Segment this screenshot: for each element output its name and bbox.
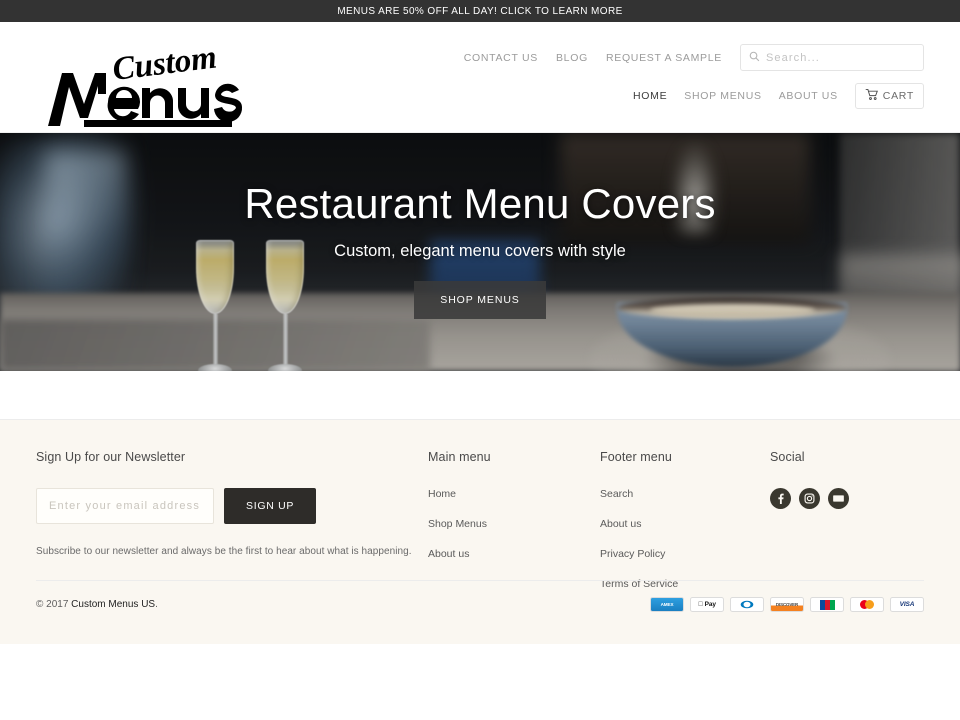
header-right: CONTACT US BLOG REQUEST A SAMPLE HOME SH… [464, 44, 924, 109]
site-header: Custom CONTACT US BLOG REQUEST A SAMPLE … [0, 22, 960, 133]
visa-icon: VISA [890, 597, 924, 612]
payment-methods: AMEX  Pay DISCOVER VISA [650, 597, 924, 612]
facebook-icon[interactable] [770, 488, 791, 509]
hero-content: Restaurant Menu Covers Custom, elegant m… [0, 133, 960, 371]
footer-link-search[interactable]: Search [600, 488, 770, 500]
instagram-icon[interactable] [799, 488, 820, 509]
copyright-prefix: © 2017 [36, 599, 72, 610]
main-menu-heading: Main menu [428, 450, 491, 464]
announcement-text: MENUS ARE 50% OFF ALL DAY! CLICK TO LEAR… [337, 5, 623, 17]
nav-link-shop-menus[interactable]: SHOP MENUS [684, 90, 761, 102]
site-logo[interactable]: Custom [36, 39, 248, 128]
social-icon-list [770, 488, 924, 509]
copyright-suffix: . [155, 599, 158, 610]
email-icon[interactable] [828, 488, 849, 509]
hero-shop-menus-button[interactable]: SHOP MENUS [414, 281, 546, 319]
footer-bottom-bar: © 2017 Custom Menus US. AMEX  Pay DISCO… [36, 580, 924, 612]
cart-icon [865, 88, 878, 104]
jcb-icon [810, 597, 844, 612]
top-link-contact-us[interactable]: CONTACT US [464, 52, 538, 64]
top-link-blog[interactable]: BLOG [556, 52, 588, 64]
footer-link-privacy-policy[interactable]: Privacy Policy [600, 548, 770, 560]
footer-link-about-us-2[interactable]: About us [600, 518, 770, 530]
site-footer: Sign Up for our Newsletter SIGN UP Subsc… [0, 419, 960, 644]
cart-label: CART [882, 90, 914, 102]
hero-subtitle: Custom, elegant menu covers with style [334, 242, 626, 260]
hero-banner: Restaurant Menu Covers Custom, elegant m… [0, 133, 960, 371]
footer-link-shop-menus[interactable]: Shop Menus [428, 518, 600, 530]
discover-icon: DISCOVER [770, 597, 804, 612]
content-spacer [0, 371, 960, 419]
header-top-links: CONTACT US BLOG REQUEST A SAMPLE [464, 44, 924, 71]
amex-icon: AMEX [650, 597, 684, 612]
nav-link-about-us[interactable]: ABOUT US [779, 90, 838, 102]
apple-pay-icon:  Pay [690, 597, 724, 612]
newsletter-email-input[interactable] [36, 488, 214, 524]
nav-link-home[interactable]: HOME [633, 90, 667, 102]
mastercard-icon [850, 597, 884, 612]
header-main-nav: HOME SHOP MENUS ABOUT US CART [633, 83, 924, 109]
newsletter-form: SIGN UP [36, 488, 428, 524]
cart-button[interactable]: CART [854, 83, 924, 109]
search-box[interactable] [740, 44, 924, 71]
logo-wordmark: Custom [48, 39, 243, 127]
top-link-request-a-sample[interactable]: REQUEST A SAMPLE [606, 52, 722, 64]
social-heading: Social [770, 450, 805, 464]
announcement-bar[interactable]: MENUS ARE 50% OFF ALL DAY! CLICK TO LEAR… [0, 0, 960, 22]
footer-link-about-us[interactable]: About us [428, 548, 600, 560]
search-input[interactable] [766, 51, 915, 64]
diners-club-icon [730, 597, 764, 612]
svg-text:Custom: Custom [111, 46, 219, 88]
newsletter-signup-button[interactable]: SIGN UP [224, 488, 317, 524]
copyright-store-link[interactable]: Custom Menus US [71, 599, 155, 610]
newsletter-note: Subscribe to our newsletter and always b… [36, 546, 412, 557]
hero-title: Restaurant Menu Covers [244, 180, 716, 227]
footer-link-home[interactable]: Home [428, 488, 600, 500]
newsletter-heading: Sign Up for our Newsletter [36, 450, 186, 464]
copyright: © 2017 Custom Menus US. [36, 599, 158, 610]
footer-menu-heading: Footer menu [600, 450, 672, 464]
search-icon [749, 49, 760, 67]
